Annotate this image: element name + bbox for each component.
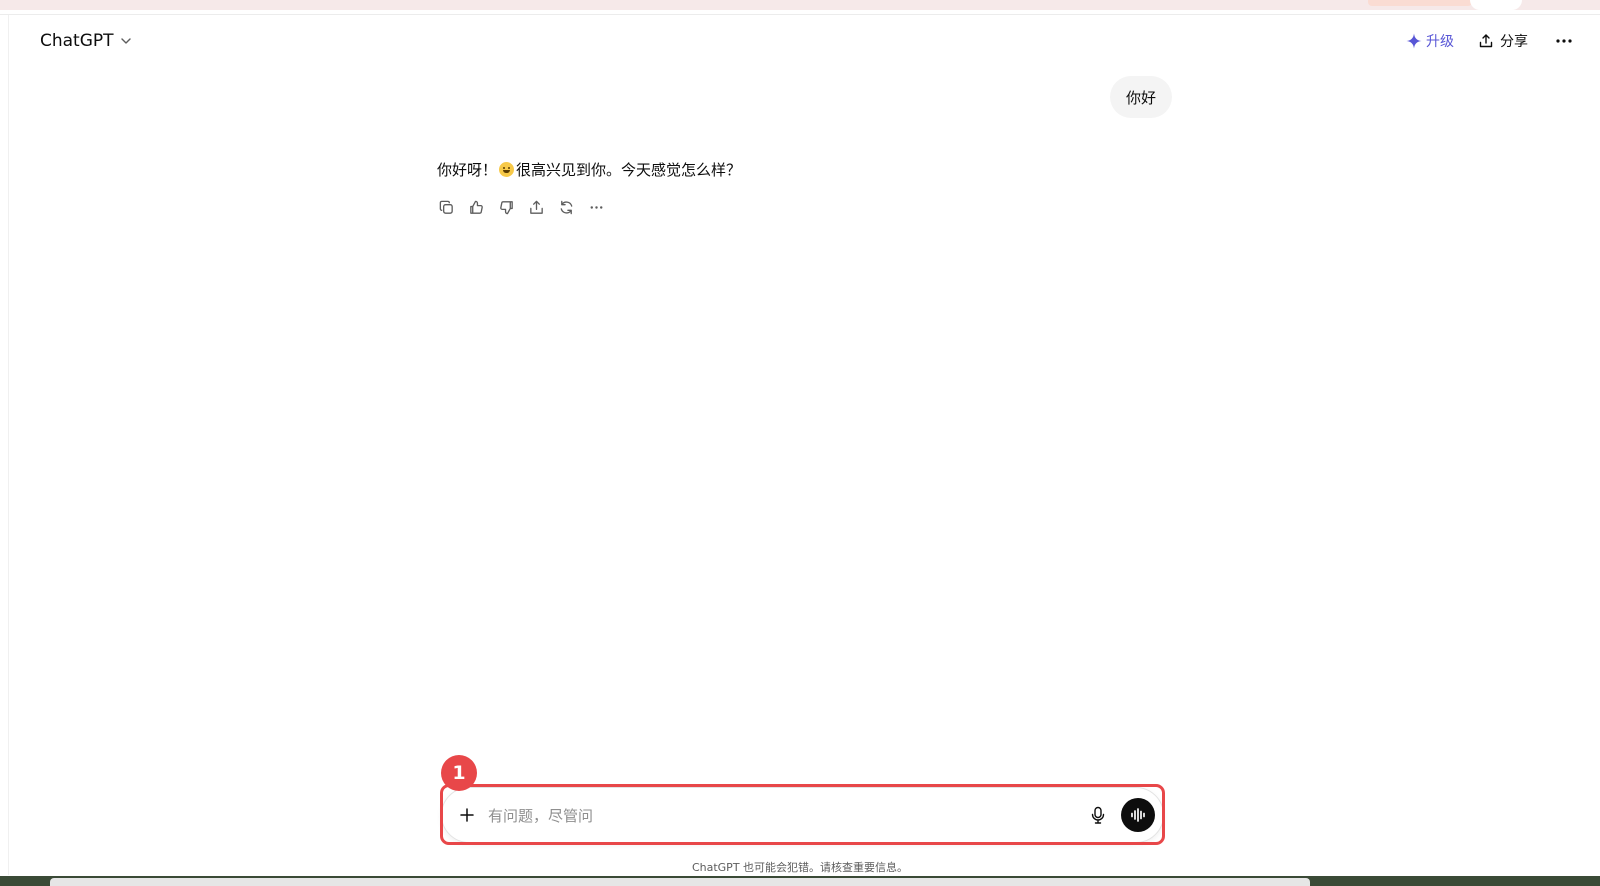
user-message-text: 你好: [1125, 88, 1156, 107]
model-name: ChatGPT: [40, 31, 114, 51]
copy-icon: [439, 200, 453, 214]
thumbs-down-icon: [499, 200, 513, 214]
step-badge: 1: [441, 755, 477, 791]
regenerate-button[interactable]: [556, 197, 576, 217]
disclaimer-text: ChatGPT 也可能会犯错。请核查重要信息。: [691, 861, 909, 874]
share-label: 分享: [1500, 34, 1528, 50]
assistant-message: 你好呀！ 很高兴见到你。今天感觉怎么样？: [437, 157, 741, 183]
like-button[interactable]: [466, 197, 486, 217]
share-button[interactable]: 分享: [1478, 31, 1528, 51]
assistant-message-text-start: 你好呀！: [437, 161, 498, 179]
browser-top-strip: [0, 0, 1600, 10]
assistant-message-actions: [436, 197, 606, 217]
assistant-message-text-end: 很高兴见到你。今天感觉怎么样？: [516, 161, 742, 179]
chevron-down-icon: [120, 38, 131, 44]
grinning-face-emoji-icon: [499, 162, 515, 177]
browser-tab-pill: [1368, 0, 1472, 6]
regenerate-icon: [560, 200, 572, 214]
horizontal-scrollbar[interactable]: [50, 878, 1310, 886]
more-horizontal-icon: [590, 205, 602, 209]
more-options-button[interactable]: [1552, 29, 1576, 53]
voice-mode-button[interactable]: [1121, 798, 1155, 832]
chat-composer: [441, 787, 1164, 843]
model-switcher[interactable]: ChatGPT: [40, 29, 132, 53]
more-actions-button[interactable]: [586, 197, 606, 217]
sidebar-divider: [8, 15, 9, 875]
more-horizontal-icon: [1556, 39, 1572, 43]
microphone-icon: [1091, 806, 1105, 824]
sparkle-icon: [1406, 33, 1422, 49]
share-icon: [529, 200, 543, 214]
upgrade-label: 升级: [1426, 34, 1454, 50]
attach-button[interactable]: [454, 802, 480, 828]
header-divider: [0, 14, 1600, 15]
share-message-button[interactable]: [526, 197, 546, 217]
share-icon: [1479, 34, 1493, 48]
upgrade-button[interactable]: 升级: [1406, 31, 1454, 51]
chat-input[interactable]: [488, 802, 1068, 830]
plus-icon: [460, 808, 474, 822]
dictate-button[interactable]: [1085, 802, 1111, 828]
thumbs-up-icon: [469, 200, 483, 214]
dislike-button[interactable]: [496, 197, 516, 217]
copy-button[interactable]: [436, 197, 456, 217]
browser-tab-notch: [1470, 0, 1522, 10]
waveform-icon: [1131, 808, 1145, 822]
desktop-bottom-strip: [0, 876, 1600, 886]
user-message-bubble: 你好: [1109, 76, 1172, 118]
header-actions: 升级 分享: [1406, 28, 1576, 54]
